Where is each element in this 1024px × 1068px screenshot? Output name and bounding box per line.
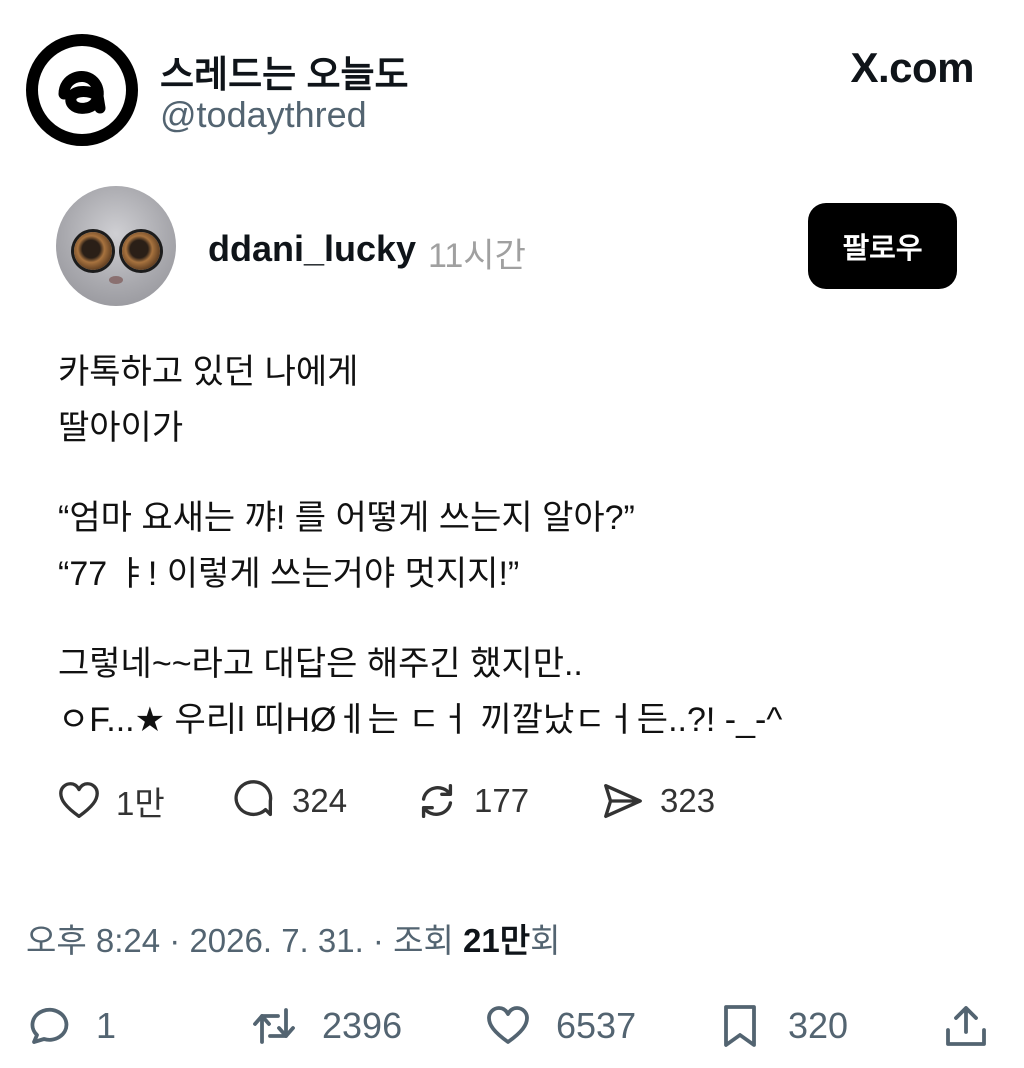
reply-count: 1 — [96, 1005, 117, 1046]
threads-like-count: 1만 — [116, 785, 165, 822]
tweet-timestamp: 오후 8:24 · 2026. 7. 31. · 조회 — [26, 922, 463, 959]
avatar-eye — [74, 232, 112, 270]
avatar-eye — [122, 232, 160, 270]
post-text-line: 카톡하고 있던 나에게 — [58, 353, 359, 391]
comment-bubble-icon — [234, 780, 273, 817]
threads-share-count: 323 — [660, 782, 716, 819]
post-text-line: 그렇네~~라고 대답은 해주긴 했지만.. — [58, 645, 583, 683]
bookmark-count: 320 — [788, 1005, 849, 1046]
tweet-meta: 오후 8:24 · 2026. 7. 31. · 조회 21만회 — [26, 914, 560, 962]
post-username[interactable]: ddani_lucky — [208, 228, 416, 270]
post-text-line: ㅇF...★ 우리l 띠HØㅔ는 ㄷㅓ 끼깔났ㄷㅓ든..?! -_-^ — [58, 701, 783, 739]
view-count: 21만 — [462, 922, 531, 959]
threads-comment-button[interactable]: 324 — [232, 776, 347, 826]
bookmark-icon — [724, 1005, 756, 1047]
threads-like-button[interactable]: 1만 — [56, 776, 165, 826]
threads-logo-icon — [26, 34, 138, 146]
avatar-nose — [109, 276, 123, 284]
reply-button[interactable]: 1 — [24, 1001, 116, 1051]
reply-icon — [30, 1007, 69, 1044]
account-handle[interactable]: @todaythred — [160, 94, 367, 136]
bookmark-button[interactable]: 320 — [716, 1001, 848, 1051]
repost-icon — [421, 783, 453, 819]
threads-repost-count: 177 — [474, 782, 530, 819]
post-text-line: 딸아이가 — [58, 409, 184, 447]
account-name[interactable]: 스레드는 오늘도 — [160, 44, 409, 98]
retweet-count: 2396 — [322, 1005, 403, 1046]
share-upload-icon — [946, 1006, 986, 1046]
site-watermark: X.com — [850, 44, 974, 91]
like-button[interactable]: 6537 — [484, 1001, 636, 1051]
post-time: 11시간 — [428, 237, 526, 275]
retweet-icon — [253, 1008, 295, 1044]
heart-icon — [59, 782, 99, 819]
view-suffix: 회 — [530, 922, 561, 959]
post-text-line: “77 ㅑ! 이렇게 쓰는거야 멋지지!” — [58, 555, 520, 593]
threads-share-button[interactable]: 323 — [600, 776, 715, 826]
heart-icon — [487, 1006, 529, 1044]
avatar[interactable] — [56, 186, 176, 306]
threads-repost-button[interactable]: 177 — [414, 776, 529, 826]
post-text-line: “엄마 요새는 꺄! 를 어떻게 쓰는지 알아?” — [58, 499, 635, 537]
threads-comment-count: 324 — [292, 782, 348, 819]
like-count: 6537 — [556, 1005, 637, 1046]
send-icon — [604, 783, 642, 819]
follow-button[interactable]: 팔로우 — [808, 203, 957, 289]
share-button[interactable] — [942, 1001, 990, 1051]
retweet-button[interactable]: 2396 — [250, 1001, 402, 1051]
